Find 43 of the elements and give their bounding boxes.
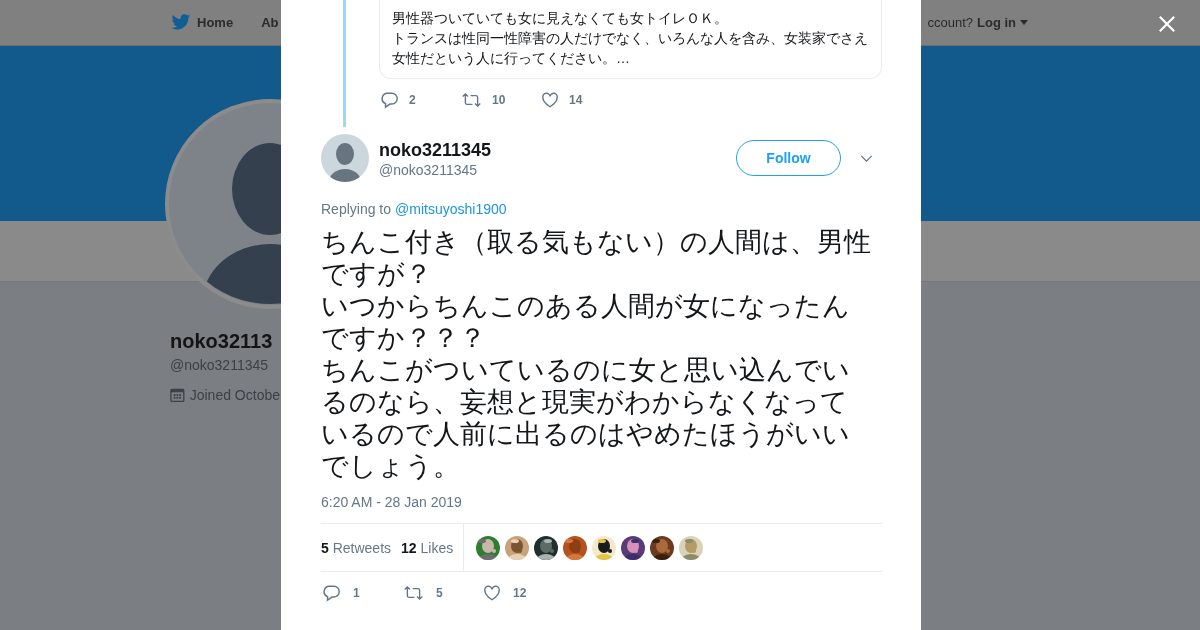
close-icon[interactable]: [1158, 15, 1176, 33]
tweet-text: いつからちんこのある人間が女になったん: [321, 290, 851, 322]
user-handle[interactable]: @noko3211345: [379, 161, 736, 178]
retweet-count: 5: [436, 586, 443, 600]
chevron-down-icon[interactable]: [860, 154, 873, 162]
quoted-tweet-card[interactable]: 男性器ついていても女に見えなくても女トイレＯＫ。 トランスは性同一性障害の人だけでなく、いろんな人を含み、女装家でさえ女性だという人に行ってください。…: [379, 0, 882, 79]
heart-icon[interactable]: [483, 584, 501, 602]
user-avatar[interactable]: [321, 134, 369, 182]
tweet-text: ちんこがついているのに女と思い込んでい: [321, 354, 851, 386]
caret-icon: [1020, 20, 1028, 25]
retweet-icon[interactable]: [461, 91, 482, 109]
calendar-icon: [170, 387, 185, 403]
tweet-timestamp[interactable]: 6:20 AM - 28 Jan 2019: [321, 494, 882, 510]
tweet-text: いるので人前に出るのはやめたほうがいい: [321, 418, 851, 450]
tweet-text: るのなら、妄想と現実がわからなくなって: [321, 386, 849, 418]
user-name[interactable]: noko3211345: [379, 138, 736, 161]
mention-link[interactable]: @mitsuyoshi1900: [395, 201, 507, 217]
stat-link[interactable]: 5 Retweets: [321, 539, 392, 556]
quoted-tweet-text: トランスは性同一性障害の人だけでなく、いろんな人を含み、女装家でさえ女性だという人に行ってください。…: [392, 29, 869, 68]
retweet-icon[interactable]: [403, 584, 424, 602]
replying-label: Replying to: [321, 201, 392, 217]
login-prompt: ccount?: [927, 15, 973, 30]
profile-handle: @noko3211345: [170, 357, 270, 373]
heart-icon[interactable]: [541, 91, 559, 109]
retweet-count: 10: [492, 93, 506, 107]
reply-count: 1: [353, 586, 360, 600]
login-link[interactable]: Log in: [977, 15, 1016, 30]
stat-link[interactable]: 12 Likes: [401, 539, 454, 556]
like-count: 12: [513, 586, 527, 600]
home-link[interactable]: Home: [197, 15, 234, 30]
quoted-tweet-text: 男性器ついていても女に見えなくても女トイレＯＫ。: [392, 9, 729, 28]
tweet-text: でしょう。: [321, 450, 461, 482]
reply-icon[interactable]: [381, 91, 399, 109]
tweet-text: ですか？？？: [321, 322, 487, 354]
profile-name: noko32113: [170, 330, 274, 353]
reply-icon[interactable]: [323, 584, 341, 602]
reply-count: 2: [409, 93, 416, 107]
like-count: 14: [569, 93, 583, 107]
joined-date: Joined Octobe: [189, 387, 280, 403]
about-link[interactable]: Ab: [261, 15, 279, 30]
follow-button[interactable]: Follow: [736, 140, 841, 176]
tweet-text: ですが？: [321, 258, 433, 290]
tweet-text: ちんこ付き（取る気もない）の人間は、男性: [321, 226, 872, 258]
